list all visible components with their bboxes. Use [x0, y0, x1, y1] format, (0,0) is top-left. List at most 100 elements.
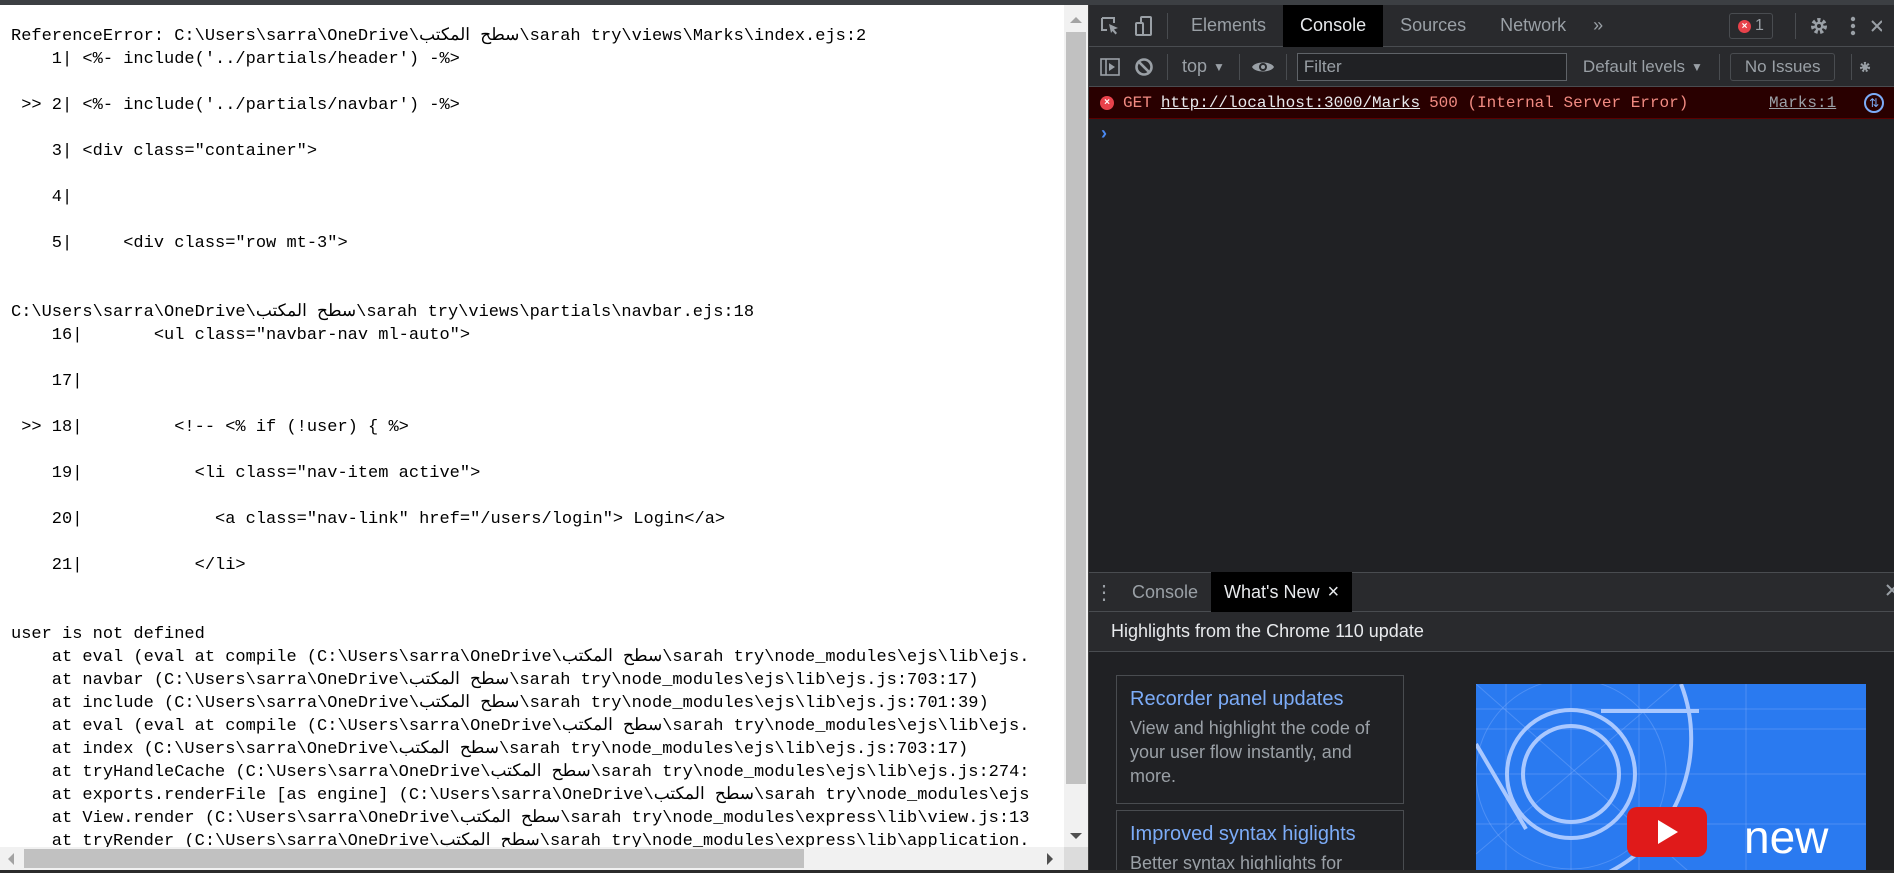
tab-console[interactable]: Console — [1283, 4, 1384, 47]
error-line: 1| <%- include('../partials/header') -%> — [11, 50, 460, 69]
error-line: 16| <ul class="navbar-nav ml-auto"> — [11, 326, 471, 345]
error-output: ReferenceError: C:\Users\sarra\OneDrive\… — [11, 25, 1029, 853]
devtools-panel: Elements Console Sources Network » × 1 t… — [1088, 4, 1894, 873]
settings-gear-icon[interactable] — [1802, 5, 1836, 47]
error-line: >> 18| <!-- <% if (!user) { %> — [11, 418, 409, 437]
clear-console-icon[interactable] — [1127, 46, 1161, 88]
console-error-message: × GET http://localhost:3000/Marks 500 (I… — [1089, 87, 1894, 119]
inspect-element-icon[interactable] — [1093, 5, 1127, 47]
error-line: 17| — [11, 372, 93, 391]
console-prompt-chevron-icon[interactable]: › — [1101, 123, 1107, 144]
context-selector[interactable]: top ▼ — [1174, 56, 1233, 77]
error-circle-icon: × — [1100, 95, 1114, 110]
live-expression-eye-icon[interactable] — [1246, 46, 1280, 88]
device-toolbar-icon[interactable] — [1127, 5, 1161, 47]
error-count: 1 — [1755, 17, 1764, 34]
dropdown-arrow-icon: ▼ — [1690, 59, 1703, 74]
tab-sources[interactable]: Sources — [1383, 5, 1483, 47]
scroll-up-arrow-icon[interactable] — [1070, 17, 1082, 23]
error-line — [11, 278, 1029, 301]
error-line — [11, 485, 1029, 508]
devtools-tab-bar: Elements Console Sources Network » × 1 — [1089, 4, 1894, 47]
feature-card-title[interactable]: Recorder panel updates — [1130, 686, 1390, 712]
feature-card[interactable]: Improved syntax higlights Better syntax … — [1116, 810, 1404, 873]
error-line: 5| <div class="row mt-3"> — [11, 234, 348, 253]
feature-card-title[interactable]: Improved syntax higlights — [1130, 821, 1390, 847]
stack-frame: at navbar (C:\Users\sarra\OneDrive\سطح ا… — [11, 671, 979, 690]
error-count-badge[interactable]: × 1 — [1729, 13, 1773, 39]
network-request-icon[interactable]: ⇅ — [1864, 93, 1884, 113]
toolbar-divider — [1238, 53, 1240, 80]
show-sidebar-icon[interactable] — [1093, 46, 1127, 88]
error-line: 4| — [11, 188, 83, 207]
filter-placeholder: Filter — [1303, 56, 1342, 76]
error-line — [11, 209, 1029, 232]
console-toolbar: top ▼ Filter Default levels ▼ No Issues — [1089, 47, 1894, 87]
whats-new-heading: Highlights from the Chrome 110 update — [1089, 612, 1894, 652]
vertical-scrollbar[interactable] — [1064, 5, 1088, 853]
stack-frame: at index (C:\Users\sarra\OneDrive\سطح ال… — [11, 740, 969, 759]
horizontal-scroll-thumb[interactable] — [24, 849, 804, 868]
error-line: 21| </li> — [11, 556, 246, 575]
scroll-right-arrow-icon[interactable] — [1047, 853, 1053, 865]
error-line: 19| <li class="nav-item active"> — [11, 464, 481, 483]
error-line — [11, 255, 1029, 278]
feature-card[interactable]: Recorder panel updates View and highligh… — [1116, 675, 1404, 804]
drawer-tab-bar: ⋮ Console What's New × — [1089, 572, 1894, 612]
request-url-link[interactable]: http://localhost:3000/Marks — [1161, 94, 1420, 112]
toolbar-divider — [1167, 12, 1168, 39]
error-line: >> 2| <%- include('../partials/navbar') … — [11, 96, 460, 115]
youtube-play-icon[interactable] — [1627, 807, 1707, 857]
more-tabs-icon[interactable]: » — [1583, 15, 1613, 36]
tab-network[interactable]: Network — [1483, 5, 1583, 47]
request-method: GET — [1123, 93, 1152, 112]
error-line — [11, 600, 1029, 623]
stack-frame: at include (C:\Users\sarra\OneDrive\سطح … — [11, 694, 989, 713]
dropdown-arrow-icon: ▼ — [1213, 59, 1225, 74]
console-settings-gear-icon[interactable] — [1858, 46, 1872, 88]
tab-elements[interactable]: Elements — [1174, 5, 1283, 47]
more-options-kebab-icon[interactable] — [1836, 5, 1870, 47]
drawer-tab-whats-new[interactable]: What's New × — [1211, 572, 1353, 612]
error-line: 20| <a class="nav-link" href="/users/log… — [11, 510, 726, 529]
video-caption: new — [1744, 811, 1829, 863]
close-devtools-icon[interactable] — [1870, 5, 1886, 47]
log-levels-label: Default levels — [1582, 56, 1685, 76]
issues-button[interactable]: No Issues — [1729, 52, 1836, 81]
scrollbar-corner — [1064, 847, 1088, 870]
error-icon: × — [1738, 19, 1751, 33]
horizontal-scrollbar[interactable] — [0, 847, 1064, 870]
error-line: C:\Users\sarra\OneDrive\سطح المكتب\sarah… — [11, 303, 755, 322]
drawer-tab-console[interactable]: Console — [1119, 572, 1211, 612]
toolbar-divider — [1718, 53, 1720, 80]
feature-card-description: View and highlight the code of your user… — [1130, 718, 1370, 786]
error-line: 3| <div class="container"> — [11, 142, 318, 161]
error-line — [11, 577, 1029, 600]
source-location-link[interactable]: Marks:1 — [1769, 94, 1836, 112]
drawer-menu-kebab-icon[interactable]: ⋮ — [1089, 580, 1119, 605]
context-label: top — [1182, 56, 1208, 76]
error-line — [11, 71, 1029, 94]
toolbar-divider — [1851, 53, 1853, 80]
error-line — [11, 347, 1029, 370]
close-tab-icon[interactable]: × — [1328, 581, 1340, 604]
close-drawer-icon[interactable] — [1885, 581, 1894, 604]
error-line — [11, 393, 1029, 416]
console-filter-input[interactable]: Filter — [1296, 52, 1567, 81]
stack-frame: at eval (eval at compile (C:\Users\sarra… — [11, 717, 1030, 736]
toolbar-divider — [1795, 13, 1796, 39]
scroll-down-arrow-icon[interactable] — [1070, 833, 1082, 839]
stack-frame: at tryHandleCache (C:\Users\sarra\OneDri… — [11, 763, 1030, 782]
scroll-left-arrow-icon[interactable] — [8, 853, 14, 865]
stack-frame: at exports.renderFile [as engine] (C:\Us… — [11, 786, 1030, 805]
status-text: 500 (Internal Server Error) — [1429, 93, 1689, 112]
error-line — [11, 439, 1029, 462]
error-line — [11, 531, 1029, 554]
stack-frame: at eval (eval at compile (C:\Users\sarra… — [11, 648, 1030, 667]
error-line — [11, 163, 1029, 186]
log-levels-dropdown[interactable]: Default levels ▼ — [1573, 57, 1713, 77]
vertical-scroll-thumb[interactable] — [1066, 32, 1086, 784]
error-line — [11, 117, 1029, 140]
whats-new-video-thumbnail[interactable]: new — [1476, 684, 1866, 873]
drawer-tab-label: What's New — [1224, 581, 1320, 602]
